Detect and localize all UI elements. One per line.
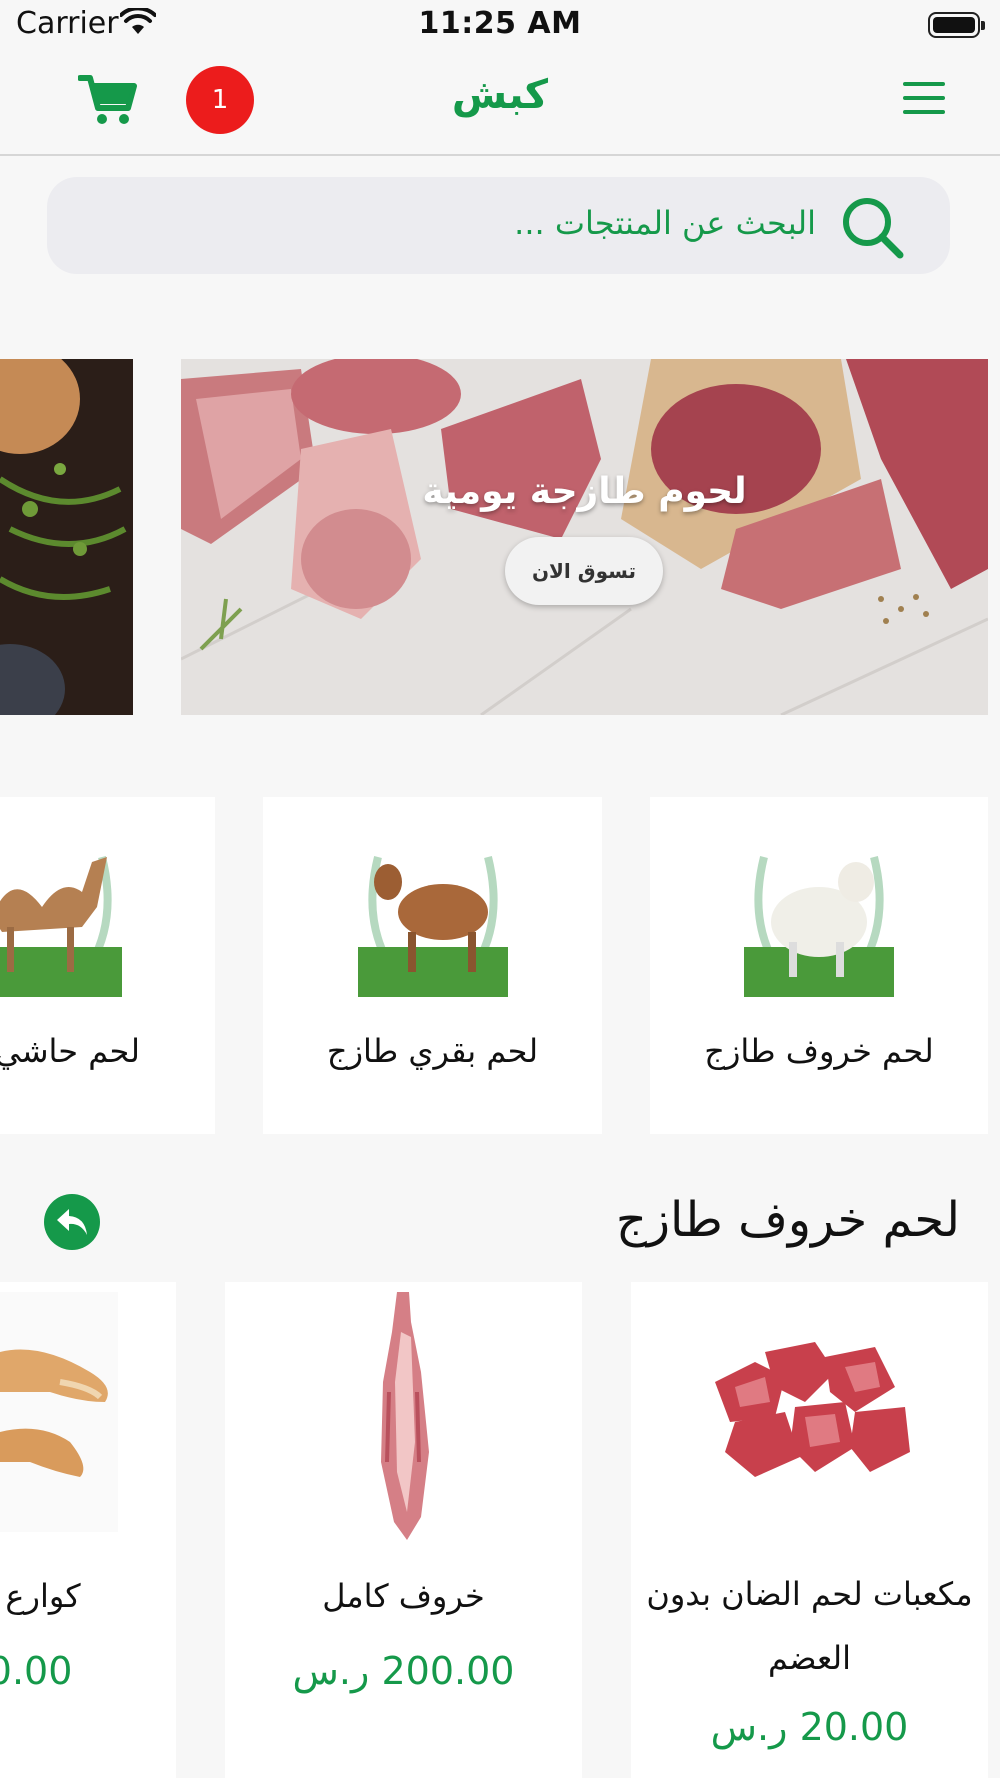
battery-icon xyxy=(928,12,985,38)
category-card[interactable]: لحم بقري طازج xyxy=(263,797,602,1134)
product-price-value: 50.00 xyxy=(0,1649,73,1693)
product-price: 50.00 xyxy=(0,1649,176,1693)
banner-slide-previous[interactable] xyxy=(0,359,133,715)
reply-arrow-icon xyxy=(57,1209,87,1235)
product-currency: ر.س xyxy=(710,1705,788,1749)
product-price-value: 200.00 xyxy=(381,1649,515,1693)
product-card[interactable]: كوارع 50.00 xyxy=(0,1282,176,1778)
cow-icon xyxy=(358,856,508,997)
search-bar[interactable]: البحث عن المنتجات ... xyxy=(47,177,950,274)
hamburger-menu-icon[interactable] xyxy=(903,82,945,116)
category-name: لحم خروف طازج xyxy=(704,1032,934,1070)
banner-slide-current[interactable]: لحوم طازجة يومية تسوق الان xyxy=(181,359,988,715)
app-title: كبش xyxy=(451,72,549,118)
banner-headline: لحوم طازجة يومية xyxy=(422,471,747,512)
product-name: خروف كامل xyxy=(322,1577,485,1615)
product-name: مكعبات لحم الضان بدون العضم xyxy=(646,1575,973,1677)
camel-icon xyxy=(0,856,122,997)
product-card[interactable]: خروف كامل 200.00 ر.س xyxy=(225,1282,582,1778)
product-name: كوارع xyxy=(5,1577,81,1615)
category-card[interactable]: لحم حاشي xyxy=(0,797,215,1134)
category-card[interactable]: لحم خروف طازج xyxy=(650,797,988,1134)
product-price-value: 20.00 xyxy=(799,1705,909,1749)
navigation-bar: 1 كبش xyxy=(0,52,1000,156)
trotters-image xyxy=(0,1292,118,1532)
section-title: لحم خروف طازج xyxy=(615,1192,960,1248)
back-button[interactable] xyxy=(44,1194,100,1250)
status-time: 11:25 AM xyxy=(418,6,582,41)
lamb-cubes-image xyxy=(714,1342,910,1477)
product-card[interactable]: مكعبات لحم الضان بدون العضم 20.00 ر.س xyxy=(631,1282,988,1778)
category-name: لحم بقري طازج xyxy=(326,1032,539,1070)
search-placeholder: البحث عن المنتجات ... xyxy=(514,204,816,242)
whole-lamb-image xyxy=(380,1292,429,1540)
product-price: 20.00 ر.س xyxy=(631,1705,988,1749)
shop-now-button[interactable]: تسوق الان xyxy=(505,537,663,605)
search-icon xyxy=(843,198,904,259)
herbs-image xyxy=(0,359,133,715)
status-bar: Carrier 11:25 AM xyxy=(0,0,1000,52)
product-price: 200.00 ر.س xyxy=(225,1649,582,1693)
product-currency: ر.س xyxy=(292,1649,370,1693)
sheep-icon xyxy=(744,856,894,997)
category-name: لحم حاشي xyxy=(0,1032,140,1070)
